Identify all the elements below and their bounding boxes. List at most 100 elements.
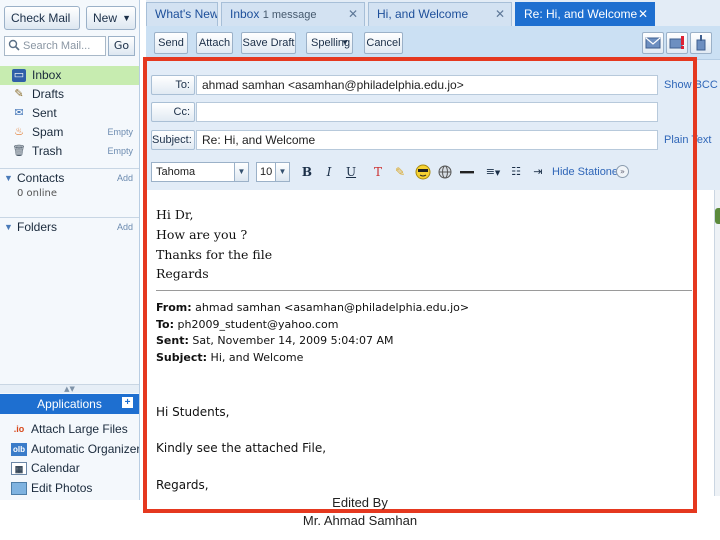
chevron-down-icon[interactable]: ▼ [122, 7, 131, 29]
tab-label: What's New [155, 7, 218, 21]
quoted-subject-label: Subject: [156, 351, 208, 364]
attachment-icon[interactable] [690, 32, 712, 54]
app-calendar[interactable]: ▦ Calendar [0, 459, 139, 479]
calendar-icon: ▦ [11, 462, 27, 475]
font-size-select[interactable]: 10 ▼ [256, 162, 290, 182]
plus-icon[interactable]: + [122, 397, 133, 408]
quoted-to-label: To: [156, 318, 174, 331]
original-line: Kindly see the attached File, [156, 441, 327, 455]
original-line: Hi Students, [156, 405, 230, 419]
close-icon[interactable]: ✕ [495, 3, 505, 25]
to-button[interactable]: To: [151, 75, 195, 95]
cc-field[interactable] [196, 102, 658, 122]
attach-button[interactable]: Attach [196, 32, 233, 54]
italic-icon[interactable]: I [319, 162, 339, 182]
save-draft-button[interactable]: Save Draft [241, 32, 296, 54]
link-icon[interactable] [435, 162, 455, 182]
folder-label: Inbox [32, 68, 62, 82]
tab-whats-new[interactable]: What's New [146, 2, 218, 26]
chevron-down-icon[interactable]: ▼ [4, 218, 13, 236]
tab-label: Re: Hi, and Welcome [524, 7, 638, 21]
chevron-down-icon[interactable]: ▼ [275, 163, 289, 181]
tab-bar: What's New Inbox 1 message ✕ Hi, and Wel… [146, 0, 720, 26]
folder-spam[interactable]: ♨ Spam Empty [0, 123, 139, 142]
trash-icon: 🗑 [12, 145, 26, 157]
subject-label: Subject: [151, 130, 195, 150]
reply-line: How are you ? [156, 227, 248, 242]
compose-toolbar: Send Attach Save Draft Spelling ▼ Cancel [146, 26, 720, 60]
text-color-icon[interactable]: T [368, 162, 388, 182]
add-contact-link[interactable]: Add [117, 169, 133, 187]
folder-sent[interactable]: ✉ Sent [0, 104, 139, 123]
cancel-button[interactable]: Cancel [364, 32, 403, 54]
app-label: Automatic Organizer [31, 441, 139, 456]
empty-spam-link[interactable]: Empty [107, 123, 133, 142]
reply-line: Thanks for the file [156, 247, 273, 262]
add-folder-link[interactable]: Add [117, 218, 133, 236]
quoted-from-label: From: [156, 301, 192, 314]
folder-label: Sent [32, 106, 57, 120]
indent-icon[interactable]: ⇥ [528, 162, 548, 182]
quoted-to: To: ph2009_student@yahoo.com [156, 318, 338, 331]
contacts-label: Contacts [17, 171, 65, 185]
align-icon[interactable]: ≡▼ [483, 162, 503, 182]
check-mail-button[interactable]: Check Mail [4, 6, 80, 30]
app-label: Edit Photos [31, 480, 93, 495]
spelling-button[interactable]: Spelling ▼ [306, 32, 353, 54]
sidebar: Check Mail New ▼ Search Mail... Go ▭ Inb… [0, 0, 140, 500]
contacts-section[interactable]: ▼ Contacts Add [0, 168, 139, 186]
highlight-icon[interactable]: ✎ [390, 162, 410, 182]
envelope-icon[interactable] [642, 32, 664, 54]
quote-divider [156, 290, 692, 291]
attach-large-files-icon: .io [13, 424, 25, 434]
folder-label: Drafts [32, 87, 65, 101]
send-button[interactable]: Send [154, 32, 188, 54]
folder-trash[interactable]: 🗑 Trash Empty [0, 142, 139, 161]
message-body[interactable]: Hi Dr, How are you ? Thanks for the file… [146, 190, 714, 500]
bulleted-list-icon[interactable]: ☷ [506, 162, 526, 182]
priority-icon[interactable] [666, 32, 688, 54]
bold-icon[interactable]: B [297, 162, 317, 182]
plain-text-link[interactable]: Plain Text [664, 134, 712, 146]
to-field[interactable]: ahmad samhan <asamhan@philadelphia.edu.j… [196, 75, 658, 95]
show-bcc-link[interactable]: Show BCC [664, 79, 718, 91]
quoted-from-value: ahmad samhan <asamhan@philadelphia.edu.j… [195, 301, 470, 314]
subject-field[interactable]: Re: Hi, and Welcome [196, 130, 658, 150]
applications-header[interactable]: Applications + [0, 394, 139, 414]
formatting-bar: Tahoma ▼ 10 ▼ B I U T ✎ ≡▼ ☷ ⇥ Hide Stat… [146, 158, 720, 186]
cc-button[interactable]: Cc: [151, 102, 195, 122]
quoted-sent: Sent: Sat, November 14, 2009 5:04:07 AM [156, 334, 394, 347]
compose-header: To: ahmad samhan <asamhan@philadelphia.e… [146, 60, 720, 190]
chevron-down-icon[interactable]: ▼ [234, 163, 248, 181]
scrollbar[interactable] [714, 190, 720, 496]
new-button[interactable]: New ▼ [86, 6, 136, 30]
empty-trash-link[interactable]: Empty [107, 142, 133, 161]
tab-inbox[interactable]: Inbox 1 message ✕ [221, 2, 365, 26]
emoticon-icon[interactable] [413, 162, 433, 182]
folders-label: Folders [17, 220, 58, 234]
close-icon[interactable]: ✕ [638, 3, 648, 25]
inbox-icon: ▭ [12, 69, 26, 82]
caption-edited-by: Edited By [332, 495, 388, 510]
go-button[interactable]: Go [108, 36, 135, 56]
side-panel-handle[interactable] [715, 208, 720, 224]
app-attach-large-files[interactable]: .io Attach Large Files [0, 420, 139, 440]
folders-section[interactable]: ▼ Folders Add [0, 217, 139, 235]
chevron-down-icon[interactable]: ▼ [341, 33, 349, 53]
pane-resize-handle[interactable]: ▲▼ [0, 384, 139, 393]
tab-reply-active[interactable]: Re: Hi, and Welcome ✕ [515, 2, 655, 26]
quoted-from: From: ahmad samhan <asamhan@philadelphia… [156, 301, 469, 314]
close-icon[interactable]: ✕ [348, 3, 358, 25]
chevron-right-icon[interactable]: » [616, 165, 629, 178]
quoted-sent-value: Sat, November 14, 2009 5:04:07 AM [192, 334, 394, 347]
folder-inbox[interactable]: ▭ Inbox [0, 66, 139, 85]
caption-author: Mr. Ahmad Samhan [302, 513, 418, 528]
font-family-select[interactable]: Tahoma ▼ [151, 162, 249, 182]
chevron-down-icon[interactable]: ▼ [4, 169, 13, 187]
reply-line: Hi Dr, [156, 207, 194, 222]
folder-drafts[interactable]: ✎ Drafts [0, 85, 139, 104]
horizontal-rule-icon[interactable] [457, 162, 477, 182]
app-automatic-organizer[interactable]: olb Automatic Organizer [0, 440, 139, 460]
tab-hi-and-welcome[interactable]: Hi, and Welcome ✕ [368, 2, 512, 26]
underline-icon[interactable]: U [341, 162, 361, 182]
